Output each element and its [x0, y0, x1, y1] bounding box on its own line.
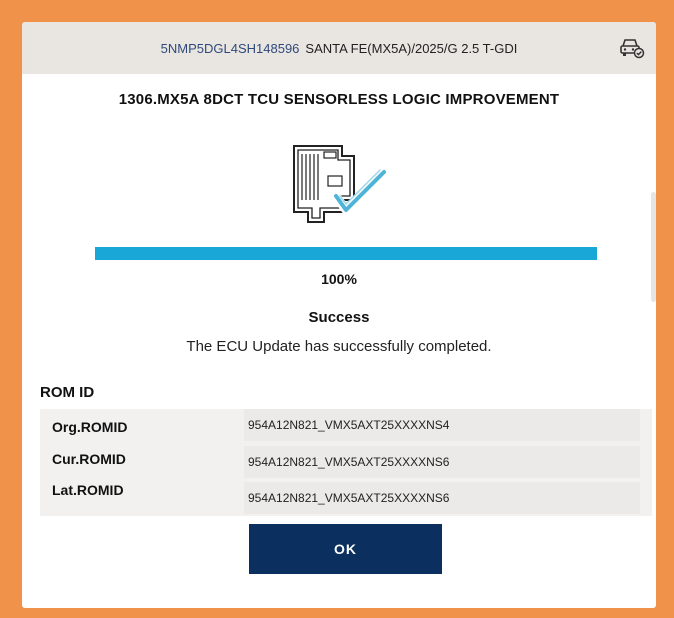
rom-label: Org.ROMID	[52, 419, 128, 435]
status-message: The ECU Update has successfully complete…	[186, 338, 492, 355]
rom-id-table: Org.ROMID 954A12N821_VMX5AXT25XXXXNS4 Cu…	[40, 409, 652, 516]
dialog-window: 5NMP5DGL4SH148596 SANTA FE(MX5A)/2025/G …	[22, 22, 656, 608]
progress-bar-fill	[95, 247, 597, 260]
rom-row-cur: Cur.ROMID 954A12N821_VMX5AXT25XXXXNS6	[40, 446, 652, 478]
rom-value: 954A12N821_VMX5AXT25XXXXNS6	[244, 482, 640, 514]
rom-label: Cur.ROMID	[52, 451, 126, 467]
vehicle-info-bar: 5NMP5DGL4SH148596 SANTA FE(MX5A)/2025/G …	[22, 22, 656, 74]
car-check-icon	[620, 39, 645, 59]
ok-button[interactable]: OK	[249, 524, 442, 574]
rom-value: 954A12N821_VMX5AXT25XXXXNS6	[244, 446, 640, 478]
progress-bar	[95, 247, 597, 260]
vehicle-status-button[interactable]	[618, 35, 646, 61]
scrollbar[interactable]	[651, 192, 656, 302]
vehicle-model-text: SANTA FE(MX5A)/2025/G 2.5 T-GDI	[305, 40, 518, 56]
rom-row-lat: Lat.ROMID 954A12N821_VMX5AXT25XXXXNS6	[40, 480, 652, 514]
vin-text: 5NMP5DGL4SH148596	[160, 40, 300, 56]
rom-value: 954A12N821_VMX5AXT25XXXXNS4	[244, 409, 640, 441]
rom-label: Lat.ROMID	[52, 482, 124, 498]
update-title: 1306.MX5A 8DCT TCU SENSORLESS LOGIC IMPR…	[118, 91, 560, 108]
ecu-update-success-icon	[293, 145, 389, 223]
rom-id-heading: ROM ID	[40, 384, 95, 401]
status-text: Success	[308, 309, 370, 326]
progress-percent: 100%	[321, 271, 357, 287]
rom-row-org: Org.ROMID 954A12N821_VMX5AXT25XXXXNS4	[40, 409, 652, 443]
